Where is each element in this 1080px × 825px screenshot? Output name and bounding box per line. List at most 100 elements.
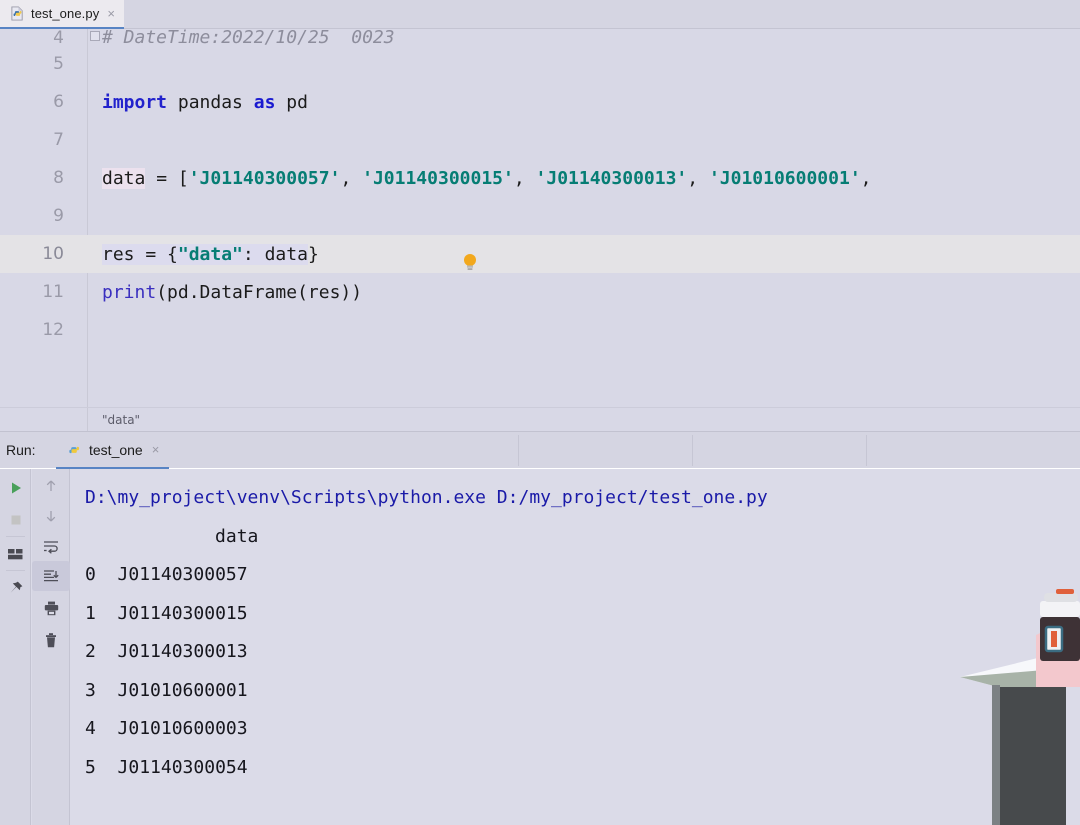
string-literal-3: 'J01140300013' (535, 167, 688, 189)
rerun-button[interactable] (0, 473, 31, 503)
row-index: 4 (85, 718, 96, 739)
soft-wrap-button[interactable] (32, 531, 70, 561)
toolbar-separator (866, 435, 867, 466)
arrow-up-icon (46, 480, 56, 491)
print-button[interactable] (32, 593, 70, 623)
line-text: # DateTime:2022/10/25 0023 (102, 29, 395, 45)
console-output[interactable]: D:\my_project\venv\Scripts\python.exe D:… (71, 469, 1080, 825)
scroll-to-end-button[interactable] (32, 561, 70, 591)
keyword-as: as (253, 91, 276, 113)
line-number: 8 (53, 168, 64, 188)
code-line-9[interactable]: 9 (0, 197, 1080, 235)
row-value: J01140300057 (117, 564, 248, 585)
brace-close: } (307, 243, 319, 265)
variable-res: res (102, 243, 135, 265)
run-tool-window-body: D:\my_project\venv\Scripts\python.exe D:… (0, 469, 1080, 825)
console-row: 4 J01010600003 (85, 710, 1080, 749)
run-tab-test-one[interactable]: test_one × (56, 432, 170, 469)
editor-tab-test-one-py[interactable]: test_one.py × (0, 0, 124, 29)
trash-icon (46, 632, 56, 647)
run-tab-label: test_one (89, 441, 143, 458)
line-number: 9 (53, 206, 64, 226)
console-row: 1 J01140300015 (85, 595, 1080, 634)
function-print: print (102, 281, 157, 303)
console-row: 0 J01140300057 (85, 556, 1080, 595)
python-file-icon (11, 6, 23, 21)
row-index: 5 (85, 756, 96, 778)
line-text: import pandas as pd (88, 92, 1080, 113)
close-icon[interactable]: × (150, 443, 160, 456)
play-icon (11, 482, 21, 494)
breadcrumb[interactable]: "data" (0, 407, 1080, 431)
line-number: 4 (53, 29, 64, 46)
string-literal-2: 'J01140300015' (362, 167, 514, 189)
line-number: 5 (53, 54, 64, 74)
pin-icon (10, 581, 23, 593)
row-index: 2 (85, 641, 96, 662)
run-toolbar-secondary (32, 469, 70, 825)
code-fold-marker[interactable] (90, 31, 100, 41)
editor-tab-bar: test_one.py × (0, 0, 1080, 29)
scroll-to-end-icon (44, 570, 59, 582)
pin-tab-button[interactable] (0, 573, 31, 603)
arrow-down-icon (46, 511, 56, 522)
stop-icon (11, 515, 20, 525)
ide-window: test_one.py × 4 # DateTime:2022/10/25 00… (0, 0, 1080, 825)
string-literal-4: 'J01010600001' (708, 167, 861, 189)
printer-icon (44, 601, 58, 615)
line-number: 11 (42, 282, 64, 302)
code-line-4[interactable]: 4 # DateTime:2022/10/25 0023 (0, 29, 1080, 45)
toolbar-separator (692, 435, 693, 466)
run-toolbar-left (0, 469, 31, 825)
line-number: 6 (53, 92, 64, 112)
layout-button[interactable] (0, 539, 31, 569)
clear-all-button[interactable] (32, 625, 70, 655)
code-line-11[interactable]: 11 print(pd.DataFrame(res)) (0, 273, 1080, 311)
code-line-12[interactable]: 12 (0, 311, 1080, 349)
code-editor[interactable]: 4 # DateTime:2022/10/25 0023 5 6 import … (0, 29, 1080, 407)
row-value: J01140300015 (117, 602, 248, 624)
run-tool-window-header: Run: test_one × (0, 431, 1080, 469)
colon: : (242, 243, 265, 265)
stop-button[interactable] (0, 505, 31, 535)
next-occurrence-button[interactable] (32, 501, 70, 531)
toolbar-divider (6, 536, 25, 537)
row-index: 1 (85, 602, 96, 624)
desk-illustration (960, 589, 1080, 825)
code-line-10[interactable]: 10 res = {"data": data} (0, 235, 1080, 273)
soft-wrap-icon (44, 541, 58, 554)
variable-data: data (102, 167, 146, 189)
prev-occurrence-button[interactable] (32, 471, 70, 501)
comma: , (513, 167, 536, 189)
console-row: 5 J01140300054 (85, 749, 1080, 788)
module-name: pandas (177, 91, 243, 113)
row-index: 0 (85, 564, 96, 585)
console-row: 3 J01010600001 (85, 672, 1080, 711)
toolbar-separator (518, 435, 519, 466)
string-literal-1: 'J01140300057' (188, 167, 341, 189)
line-number: 7 (53, 130, 64, 150)
run-label: Run: (6, 442, 36, 458)
line-number: 12 (42, 320, 64, 340)
intention-bulb-icon[interactable] (462, 253, 478, 273)
code-line-5[interactable]: 5 (0, 45, 1080, 83)
python-icon (69, 446, 80, 453)
keyword-import: import (102, 91, 168, 113)
console-dataframe-header: data (85, 525, 259, 547)
row-value: J01140300054 (117, 756, 248, 778)
code-line-6[interactable]: 6 import pandas as pd (0, 83, 1080, 121)
breadcrumb-item-data[interactable]: "data" (88, 413, 140, 427)
code-lines: 4 # DateTime:2022/10/25 0023 5 6 import … (0, 29, 1080, 407)
layout-icon (8, 549, 23, 560)
breadcrumb-gutter-spacer (0, 408, 88, 431)
console-row: 2 J01140300013 (85, 633, 1080, 672)
line-text: print(pd.DataFrame(res)) (88, 282, 1080, 303)
row-value: J01140300013 (117, 641, 248, 662)
assign-operator: = { (134, 243, 178, 265)
code-line-8[interactable]: 8 data = ['J01140300057', 'J01140300015'… (0, 159, 1080, 197)
toolbar-divider (6, 570, 25, 571)
code-line-7[interactable]: 7 (0, 121, 1080, 159)
comma: , (340, 167, 363, 189)
close-icon[interactable]: × (105, 7, 115, 20)
